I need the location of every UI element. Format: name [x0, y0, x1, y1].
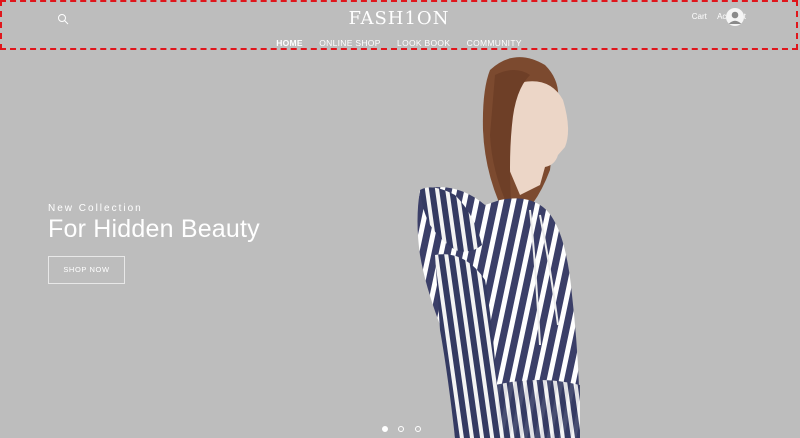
- shop-now-button[interactable]: SHOP NOW: [48, 256, 125, 284]
- nav-online-shop[interactable]: ONLINE SHOP: [319, 38, 380, 48]
- carousel-dot-3[interactable]: [414, 426, 421, 432]
- model-image: [417, 57, 580, 438]
- cart-link[interactable]: Cart: [692, 12, 707, 21]
- user-icon[interactable]: [726, 8, 744, 26]
- carousel-dot-2[interactable]: [398, 426, 405, 432]
- hero-subtitle: New Collection: [48, 203, 143, 214]
- nav-look-book[interactable]: LOOK BOOK: [397, 38, 450, 48]
- site-header: FASH1ON HOME ONLINE SHOP LOOK BOOK COMMU…: [0, 0, 798, 50]
- hero-title: For Hidden Beauty: [48, 215, 260, 243]
- carousel-dot-1[interactable]: [382, 426, 388, 432]
- brand-logo[interactable]: FASH1ON: [2, 8, 796, 29]
- nav-home[interactable]: HOME: [276, 38, 303, 48]
- nav-community[interactable]: COMMUNITY: [467, 38, 522, 48]
- hero-section: FASH1ON HOME ONLINE SHOP LOOK BOOK COMMU…: [0, 0, 800, 438]
- main-nav: HOME ONLINE SHOP LOOK BOOK COMMUNITY: [2, 38, 796, 48]
- carousel-dots: [382, 419, 427, 437]
